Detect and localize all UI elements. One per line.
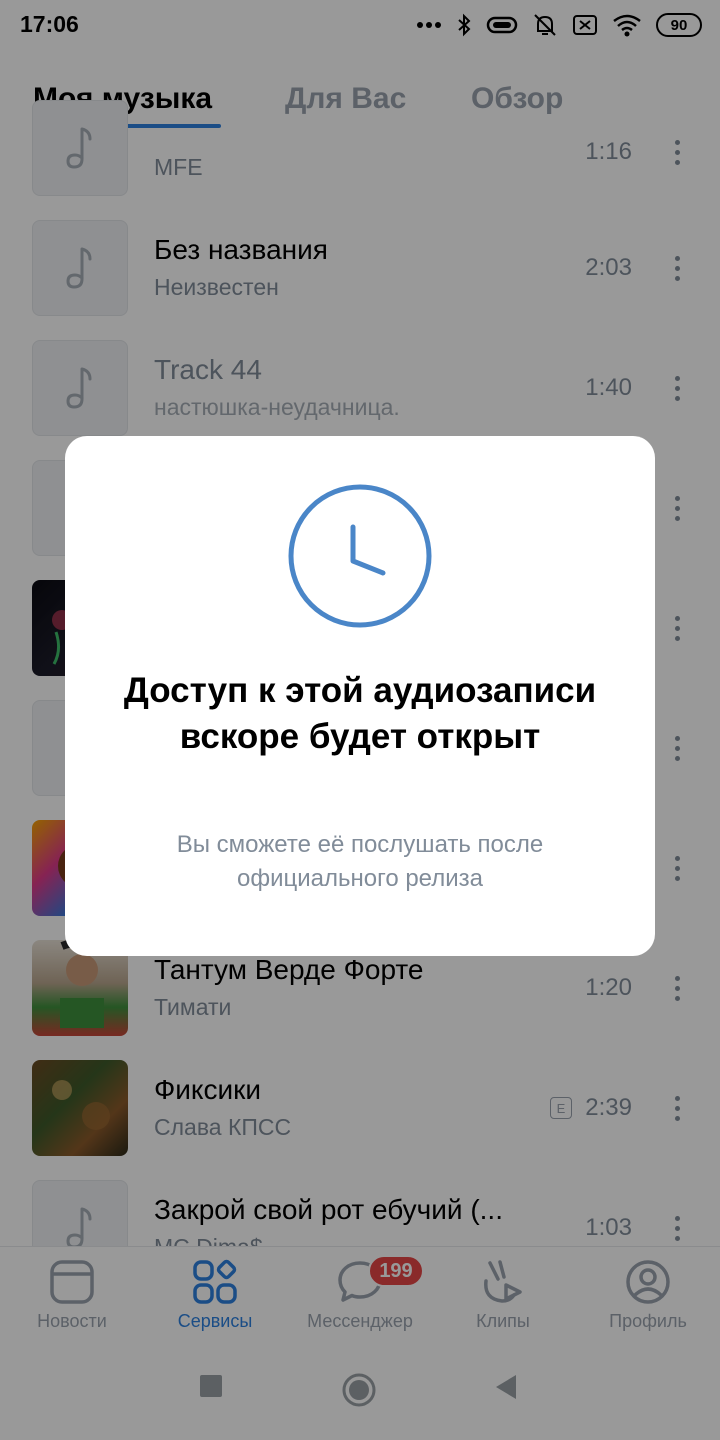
release-pending-dialog: Доступ к этой аудиозаписи вскоре будет о… xyxy=(65,436,655,956)
dialog-title: Доступ к этой аудиозаписи вскоре будет о… xyxy=(123,671,597,756)
clock-icon xyxy=(287,483,433,634)
dialog-message: Вы сможете её послушать после официально… xyxy=(176,831,544,892)
app-screen: 17:06 90 Моя музыка Для Вас Обзор MFE 1:… xyxy=(0,0,720,1440)
